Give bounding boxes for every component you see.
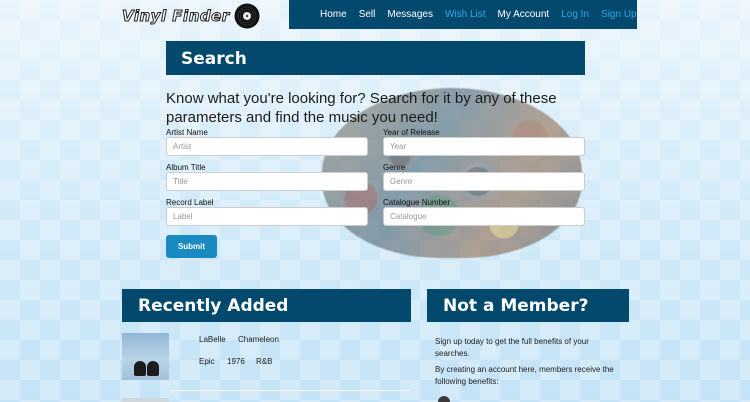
nav-my-account[interactable]: My Account — [498, 9, 550, 20]
logo-text: Vinyl Finder — [122, 7, 230, 26]
album-cover[interactable] — [122, 333, 169, 380]
record-artist[interactable]: LaBelle — [199, 335, 226, 344]
nav-sign-up[interactable]: Sign Up — [601, 9, 637, 20]
artist-name-input[interactable] — [166, 137, 368, 156]
record-label-label: Record Label — [166, 198, 214, 207]
recently-added-heading: Recently Added — [122, 289, 411, 322]
site-logo[interactable]: Vinyl Finder — [122, 2, 260, 30]
genre-input[interactable] — [383, 172, 585, 191]
record-label-input[interactable] — [166, 207, 368, 226]
genre-label: Genre — [383, 163, 406, 172]
catalogue-number-input[interactable] — [383, 207, 585, 226]
album-title-input[interactable] — [166, 172, 368, 191]
record-year: 1976 — [227, 357, 245, 366]
search-heading: Search — [166, 41, 585, 75]
nav-sell[interactable]: Sell — [359, 9, 376, 20]
list-divider — [170, 390, 410, 391]
album-cover[interactable] — [122, 398, 169, 402]
record-genre: R&B — [256, 357, 273, 366]
record-title[interactable]: Chameleon — [238, 335, 279, 344]
top-navigation: Home Sell Messages Wish List My Account … — [289, 0, 637, 29]
nav-wish-list[interactable]: Wish List — [445, 9, 486, 20]
nav-messages[interactable]: Messages — [387, 9, 433, 20]
nav-home[interactable]: Home — [320, 9, 347, 20]
submit-button[interactable]: Submit — [166, 235, 217, 258]
vinyl-record-icon — [234, 3, 260, 29]
album-title-label: Album Title — [166, 163, 206, 172]
nav-log-in[interactable]: Log In — [561, 9, 589, 20]
artist-name-label: Artist Name — [166, 128, 208, 137]
record-label: Epic — [199, 357, 215, 366]
member-benefits-text: By creating an account here, members rec… — [435, 365, 614, 386]
benefit-icon — [438, 396, 450, 402]
not-a-member-heading: Not a Member? — [427, 289, 629, 322]
search-intro-text: Know what you're looking for? Search for… — [166, 90, 557, 126]
member-intro-text: Sign up today to get the full benefits o… — [435, 337, 589, 358]
year-of-release-label: Year of Release — [383, 128, 440, 137]
cover-figure — [134, 361, 146, 376]
catalogue-number-label: Catalogue Number — [383, 198, 451, 207]
year-of-release-input[interactable] — [383, 137, 585, 156]
cover-figure — [147, 361, 159, 376]
